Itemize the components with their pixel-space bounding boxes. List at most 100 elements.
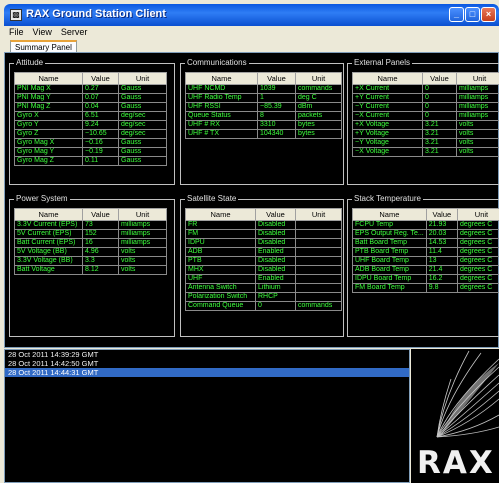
table-row[interactable]: 5V Current (EPS) 152 milliamps	[14, 229, 167, 239]
session-log-list[interactable]: 28 Oct 2011 14:39:29 GMT 28 Oct 2011 14:4…	[4, 349, 410, 483]
table-row[interactable]: −Y Current 0 milliamps	[352, 102, 499, 112]
table-row[interactable]: +Y Voltage 3.21 volts	[352, 129, 499, 139]
table-row[interactable]: −Y Voltage 3.21 volts	[352, 138, 499, 148]
table-row[interactable]: UHF RSSI −85.39 dBm	[185, 102, 342, 112]
value-cell: 0	[255, 301, 296, 311]
table-row[interactable]: +X Voltage 3.21 volts	[352, 120, 499, 130]
table-row[interactable]: FM Board Temp 9.8 degrees C	[352, 283, 499, 293]
minimize-button[interactable]: _	[449, 7, 464, 22]
table-row[interactable]: FCPU Temp 21.93 degrees C	[352, 220, 499, 230]
column-header[interactable]: Unit	[456, 208, 499, 221]
attitude-panel-title: Attitude	[14, 58, 46, 68]
unit-cell: Gauss	[118, 93, 167, 103]
log-entry[interactable]: 28 Oct 2011 14:42:50 GMT	[5, 359, 409, 368]
external-panels-panel: External Panels Name Value Unit +X Current 0…	[347, 58, 499, 185]
table-row[interactable]: Batt Current (EPS) 16 milliamps	[14, 238, 167, 248]
table-row[interactable]: PTB Disabled	[185, 256, 342, 266]
column-header[interactable]: Name	[352, 72, 423, 85]
table-row[interactable]: 3.3V Voltage (BB) 3.3 volts	[14, 256, 167, 266]
table-row[interactable]: Gyro X 6.51 deg/sec	[14, 111, 167, 121]
table-row[interactable]: Gyro Mag Z 0.11 Gauss	[14, 156, 167, 166]
table-row[interactable]: PNI Mag Z 0.04 Gauss	[14, 102, 167, 112]
menu-server[interactable]: Server	[56, 26, 92, 38]
table-row[interactable]: Gyro Mag Y −0.19 Gauss	[14, 147, 167, 157]
unit-cell: degrees C	[456, 238, 499, 248]
table-row[interactable]: PTB Board Temp 11.4 degrees C	[352, 247, 499, 257]
table-row[interactable]: PNI Mag Y 0.07 Gauss	[14, 93, 167, 103]
menu-view[interactable]: View	[28, 26, 56, 38]
unit-cell	[295, 247, 342, 257]
column-header[interactable]: Value	[422, 72, 457, 85]
column-header[interactable]: Unit	[456, 72, 499, 85]
tab-summary-panel[interactable]: Summary Panel	[10, 40, 77, 52]
table-row[interactable]: Batt Voltage 8.12 volts	[14, 265, 167, 275]
column-header[interactable]: Name	[14, 72, 83, 85]
table-row[interactable]: UHF Enabled	[185, 274, 342, 284]
column-header[interactable]: Value	[82, 72, 119, 85]
satellite-state-panel-title: Satellite State	[185, 194, 239, 204]
value-cell: −0.19	[82, 147, 119, 157]
maximize-button[interactable]: □	[465, 7, 480, 22]
column-header[interactable]: Unit	[118, 72, 167, 85]
table-row[interactable]: UHF # TX 104340 bytes	[185, 129, 342, 139]
column-header[interactable]: Name	[185, 208, 256, 221]
table-row[interactable]: Polarization Switch RHCP	[185, 292, 342, 302]
value-cell: 16.2	[425, 274, 458, 284]
column-header[interactable]: Name	[14, 208, 83, 221]
table-row[interactable]: Gyro Mag X −0.16 Gauss	[14, 138, 167, 148]
table-row[interactable]: IDPU Disabled	[185, 238, 342, 248]
table-row[interactable]: Command Queue 0 commands	[185, 301, 342, 311]
power-system-panel: Power System Name Value Unit 3.3V Current (…	[9, 194, 175, 337]
value-cell: Enabled	[255, 274, 296, 284]
table-row[interactable]: UHF Board Temp 13 degrees C	[352, 256, 499, 266]
close-button[interactable]: ×	[481, 7, 496, 22]
table-row[interactable]: Gyro Y 9.24 deg/sec	[14, 120, 167, 130]
table-row[interactable]: −X Voltage 3.21 volts	[352, 147, 499, 157]
table-row[interactable]: +X Current 0 milliamps	[352, 84, 499, 94]
table-row[interactable]: EPS Output Reg. Te... 20.03 degrees C	[352, 229, 499, 239]
name-cell: UHF	[185, 274, 256, 284]
value-cell: RHCP	[255, 292, 296, 302]
table-row[interactable]: +Y Current 0 milliamps	[352, 93, 499, 103]
name-cell: 3.3V Current (EPS)	[14, 220, 83, 230]
name-cell: Command Queue	[185, 301, 256, 311]
table-row[interactable]: IDPU Board Temp 16.2 degrees C	[352, 274, 499, 284]
table-row[interactable]: Batt Board Temp 14.53 degrees C	[352, 238, 499, 248]
log-entry[interactable]: 28 Oct 2011 14:44:31 GMT	[5, 368, 409, 377]
table-row[interactable]: FR Disabled	[185, 220, 342, 230]
table-row[interactable]: 3.3V Current (EPS) 73 milliamps	[14, 220, 167, 230]
table-row[interactable]: Queue Status 8 packets	[185, 111, 342, 121]
table-row[interactable]: ADB Enabled	[185, 247, 342, 257]
table-row[interactable]: 5V Voltage (BB) 4.96 volts	[14, 247, 167, 257]
table-row[interactable]: Gyro Z −10.65 deg/sec	[14, 129, 167, 139]
value-cell: 3310	[257, 120, 296, 130]
column-header[interactable]: Name	[352, 208, 427, 221]
column-header[interactable]: Value	[257, 72, 296, 85]
table-row[interactable]: MHX Disabled	[185, 265, 342, 275]
column-header[interactable]: Name	[185, 72, 258, 85]
table-row[interactable]: ADB Board Temp 21.4 degrees C	[352, 265, 499, 275]
unit-cell: degrees C	[456, 283, 499, 293]
column-header[interactable]: Value	[425, 208, 458, 221]
column-header[interactable]: Unit	[295, 208, 342, 221]
log-entry[interactable]: 28 Oct 2011 14:39:29 GMT	[5, 350, 409, 359]
unit-cell: milliamps	[118, 220, 167, 230]
column-header[interactable]: Value	[255, 208, 296, 221]
value-cell: 1039	[257, 84, 296, 94]
table-row[interactable]: FM Disabled	[185, 229, 342, 239]
table-row[interactable]: −X Current 0 milliamps	[352, 111, 499, 121]
table-row[interactable]: UHF Radio Temp 1 deg C	[185, 93, 342, 103]
satellite-state-table: Name Value Unit FR Disabled FM Disabled IDPU Dis…	[185, 208, 342, 311]
unit-cell: volts	[118, 256, 167, 266]
summary-panel: Attitude Name Value Unit PNI Mag X 0.27 Gauss…	[4, 52, 499, 348]
menu-file[interactable]: File	[4, 26, 28, 38]
column-header[interactable]: Value	[82, 208, 119, 221]
title-bar[interactable]: ▩ RAX Ground Station Client _ □ ×	[4, 4, 499, 26]
table-row[interactable]: UHF NCMD 1039 commands	[185, 84, 342, 94]
table-row[interactable]: Antenna Switch Lithium	[185, 283, 342, 293]
table-row[interactable]: UHF # RX 3310 bytes	[185, 120, 342, 130]
column-header[interactable]: Unit	[295, 72, 342, 85]
power-system-table: Name Value Unit 3.3V Current (EPS) 73 milliam…	[14, 208, 167, 275]
table-row[interactable]: PNI Mag X 0.27 Gauss	[14, 84, 167, 94]
column-header[interactable]: Unit	[118, 208, 167, 221]
